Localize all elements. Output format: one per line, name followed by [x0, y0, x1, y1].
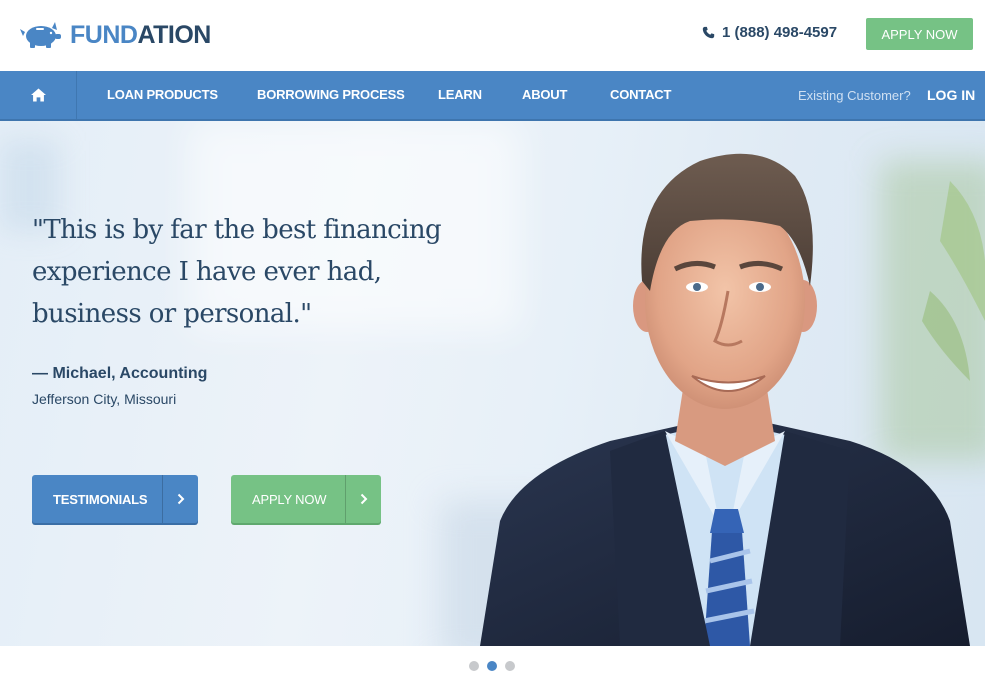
slider-pagination — [469, 661, 515, 671]
slider-dot-3[interactable] — [505, 661, 515, 671]
apply-now-button-hero[interactable]: APPLY NOW — [231, 475, 381, 523]
existing-customer-label: Existing Customer? — [798, 88, 911, 103]
slider-dot-2[interactable] — [487, 661, 497, 671]
piggy-bank-icon — [20, 22, 61, 48]
logo[interactable]: FUNDATION — [20, 20, 211, 50]
testimonials-button[interactable]: TESTIMONIALS — [32, 475, 198, 523]
testimonial-location: Jefferson City, Missouri — [32, 391, 177, 407]
apply-now-button-label: APPLY NOW — [252, 491, 327, 507]
testimonials-button-label: TESTIMONIALS — [53, 491, 148, 507]
nav-item-about[interactable]: ABOUT — [522, 87, 567, 102]
testimonial-photo — [480, 153, 985, 646]
logo-text-ation: ATION — [137, 21, 211, 49]
chevron-right-icon — [162, 475, 198, 523]
main-nav: LOAN PRODUCTS BORROWING PROCESS LEARN AB… — [0, 71, 985, 121]
slider-dot-1[interactable] — [469, 661, 479, 671]
chevron-right-icon — [345, 475, 381, 523]
logo-text-fund: FUND — [70, 21, 138, 49]
phone-text: 1 (888) 498-4597 — [722, 24, 838, 41]
nav-item-borrowing-process[interactable]: BORROWING PROCESS — [257, 87, 405, 102]
phone-number[interactable]: 1 (888) 498-4597 — [702, 24, 837, 41]
hero-banner: "This is by far the best financing exper… — [0, 121, 985, 646]
apply-now-button-header[interactable]: APPLY NOW — [866, 18, 973, 50]
nav-home[interactable] — [0, 71, 77, 119]
home-icon — [30, 88, 46, 102]
testimonial-quote: "This is by far the best financing exper… — [32, 215, 442, 329]
nav-item-contact[interactable]: CONTACT — [610, 87, 671, 102]
nav-item-loan-products[interactable]: LOAN PRODUCTS — [107, 87, 218, 102]
login-link[interactable]: LOG IN — [927, 87, 975, 103]
testimonial-author: — Michael, Accounting — [32, 365, 208, 382]
site-header: FUNDATION 1 (888) 498-4597 APPLY NOW — [0, 0, 985, 71]
phone-icon — [702, 26, 715, 39]
nav-item-learn[interactable]: LEARN — [438, 87, 482, 102]
